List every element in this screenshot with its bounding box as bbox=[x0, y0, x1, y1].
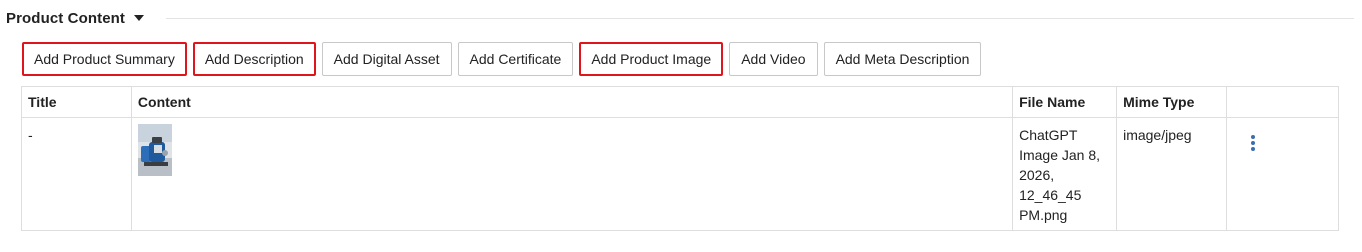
section-title: Product Content bbox=[6, 9, 125, 27]
cell-actions bbox=[1226, 117, 1339, 231]
add-product-image-button[interactable]: Add Product Image bbox=[579, 42, 724, 76]
column-header-content[interactable]: Content bbox=[130, 86, 1014, 118]
add-product-summary-button[interactable]: Add Product Summary bbox=[22, 42, 187, 76]
cell-content bbox=[130, 117, 1014, 231]
kebab-menu-icon[interactable] bbox=[1248, 135, 1258, 151]
header-divider bbox=[166, 18, 1354, 19]
table-header-row: Title Content File Name Mime Type bbox=[21, 86, 1339, 118]
cell-mime-type: image/jpeg bbox=[1116, 117, 1228, 231]
column-header-file-name[interactable]: File Name bbox=[1012, 86, 1118, 118]
cell-title: - bbox=[21, 117, 132, 231]
section-header[interactable]: Product Content bbox=[6, 8, 144, 28]
column-header-mime-type[interactable]: Mime Type bbox=[1116, 86, 1228, 118]
add-certificate-button[interactable]: Add Certificate bbox=[457, 42, 574, 76]
content-table: Title Content File Name Mime Type - Chat… bbox=[21, 86, 1339, 231]
add-description-button[interactable]: Add Description bbox=[192, 42, 316, 76]
caret-down-icon[interactable] bbox=[134, 15, 144, 21]
vacuum-pump-image[interactable] bbox=[137, 124, 172, 176]
add-meta-description-button[interactable]: Add Meta Description bbox=[823, 42, 982, 76]
toolbar: Add Product Summary Add Description Add … bbox=[22, 42, 982, 76]
column-header-actions bbox=[1226, 86, 1339, 118]
column-header-title[interactable]: Title bbox=[21, 86, 132, 118]
cell-file-name: ChatGPT Image Jan 8, 2026, 12_46_45 PM.p… bbox=[1012, 117, 1118, 231]
add-digital-asset-button[interactable]: Add Digital Asset bbox=[321, 42, 452, 76]
add-video-button[interactable]: Add Video bbox=[729, 42, 818, 76]
product-content-section: Product Content Add Product Summary Add … bbox=[0, 0, 1362, 252]
table-row: - ChatGPT Image Jan 8, 2026, 12_46_45 PM… bbox=[21, 117, 1339, 231]
file-name-text: ChatGPT Image Jan 8, 2026, 12_46_45 PM.p… bbox=[1019, 127, 1101, 223]
